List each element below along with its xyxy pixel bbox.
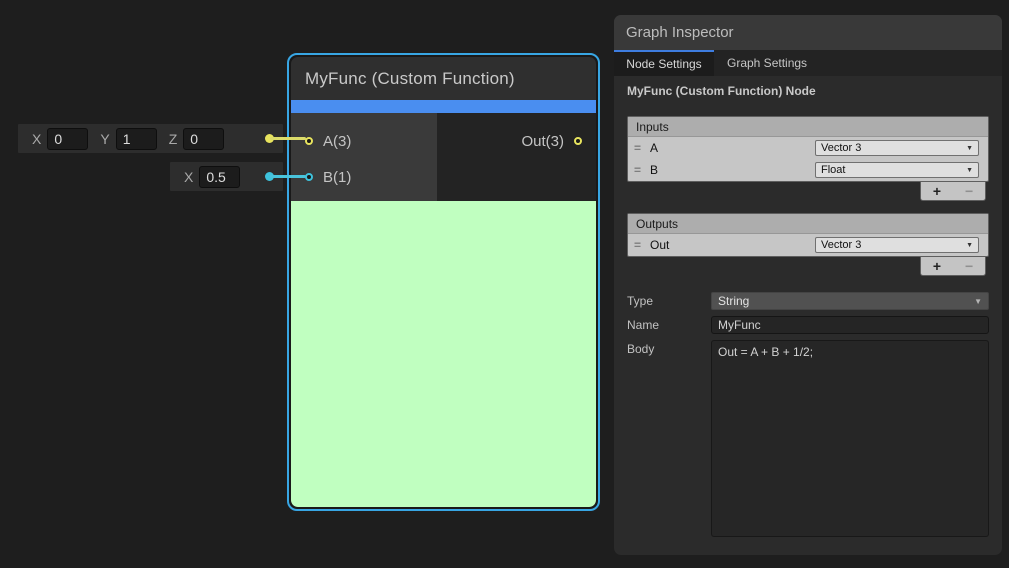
dropdown-value: String — [718, 294, 749, 308]
port-label: Out(3) — [521, 133, 564, 150]
float-input-widget: X — [170, 162, 283, 191]
vector3-input-widget: X Y Z — [18, 124, 283, 153]
remove-output-button[interactable]: − — [965, 259, 973, 273]
output-out-type-dropdown[interactable]: Vector 3 ▼ — [815, 237, 979, 253]
outputs-section: Outputs = Out Vector 3 ▼ — [627, 213, 989, 257]
custom-function-node[interactable]: MyFunc (Custom Function) A(3) B(1) — [287, 53, 600, 511]
port-circle-icon[interactable] — [305, 173, 313, 181]
dropdown-value: Vector 3 — [821, 142, 861, 154]
dropdown-value: Float — [821, 164, 845, 176]
vector3-y-field[interactable] — [116, 128, 157, 150]
drag-handle-icon[interactable]: = — [634, 141, 640, 155]
type-dropdown[interactable]: String ▼ — [711, 292, 989, 310]
name-label: Name — [627, 316, 711, 334]
node-preview — [291, 201, 596, 507]
graph-inspector-titlebar[interactable]: Graph Inspector — [614, 15, 1002, 50]
inspector-body: MyFunc (Custom Function) Node Inputs = A… — [614, 76, 1002, 555]
input-row-b[interactable]: = B Float ▼ — [628, 159, 988, 181]
node-output-port-column: Out(3) — [437, 113, 596, 201]
drag-handle-icon[interactable]: = — [634, 163, 640, 177]
body-label: Body — [627, 340, 711, 537]
output-row-out[interactable]: = Out Vector 3 ▼ — [628, 234, 988, 256]
chevron-down-icon: ▼ — [974, 297, 982, 306]
float-wire[interactable] — [270, 175, 306, 178]
output-name: Out — [650, 238, 669, 252]
node-title: MyFunc (Custom Function) — [305, 69, 515, 89]
tab-graph-settings[interactable]: Graph Settings — [714, 50, 820, 76]
node-input-port-column: A(3) B(1) — [291, 113, 437, 201]
inputs-section: Inputs = A Vector 3 ▼ = B Float ▼ — [627, 116, 989, 182]
input-a-type-dropdown[interactable]: Vector 3 ▼ — [815, 140, 979, 156]
port-label: B(1) — [323, 169, 351, 186]
inspector-tabbar: Node Settings Graph Settings — [614, 50, 1002, 76]
port-circle-icon[interactable] — [574, 137, 582, 145]
input-b-type-dropdown[interactable]: Float ▼ — [815, 162, 979, 178]
body-textarea[interactable]: Out = A + B + 1/2; — [711, 340, 989, 537]
vector3-z-field[interactable] — [183, 128, 224, 150]
port-label: A(3) — [323, 133, 351, 150]
axis-label-x: X — [184, 169, 193, 185]
remove-input-button[interactable]: − — [965, 184, 973, 198]
tab-node-settings[interactable]: Node Settings — [614, 50, 714, 76]
outputs-list-footer: + − — [627, 257, 989, 276]
node-title-accent-bar — [291, 100, 596, 113]
name-input[interactable] — [711, 316, 989, 334]
input-name: A — [650, 141, 658, 155]
node-header[interactable]: MyFunc (Custom Function) — [291, 57, 596, 100]
graph-inspector-title: Graph Inspector — [626, 24, 734, 41]
shader-graph-canvas[interactable]: X Y Z X MyFunc (Custom Function) — [0, 0, 1009, 568]
node-settings-subtitle: MyFunc (Custom Function) Node — [627, 84, 989, 98]
add-input-button[interactable]: + — [933, 184, 941, 198]
inputs-section-header: Inputs — [628, 117, 988, 137]
drag-handle-icon[interactable]: = — [634, 238, 640, 252]
vector3-wire[interactable] — [270, 137, 306, 140]
input-row-a[interactable]: = A Vector 3 ▼ — [628, 137, 988, 159]
port-circle-icon[interactable] — [305, 137, 313, 145]
add-output-button[interactable]: + — [933, 259, 941, 273]
type-label: Type — [627, 292, 711, 310]
chevron-down-icon: ▼ — [966, 242, 973, 249]
axis-label-x: X — [32, 131, 41, 147]
input-port-a[interactable]: A(3) — [291, 123, 437, 159]
graph-inspector-panel: Graph Inspector Node Settings Graph Sett… — [614, 15, 1002, 555]
vector3-x-field[interactable] — [47, 128, 88, 150]
outputs-section-header: Outputs — [628, 214, 988, 234]
inputs-list-footer: + − — [627, 182, 989, 201]
dropdown-value: Vector 3 — [821, 239, 861, 251]
input-port-b[interactable]: B(1) — [291, 159, 437, 195]
input-name: B — [650, 163, 658, 177]
axis-label-z: Z — [169, 131, 178, 147]
output-port-out[interactable]: Out(3) — [521, 123, 596, 159]
axis-label-y: Y — [100, 131, 109, 147]
chevron-down-icon: ▼ — [966, 167, 973, 174]
chevron-down-icon: ▼ — [966, 145, 973, 152]
float-x-field[interactable] — [199, 166, 240, 188]
